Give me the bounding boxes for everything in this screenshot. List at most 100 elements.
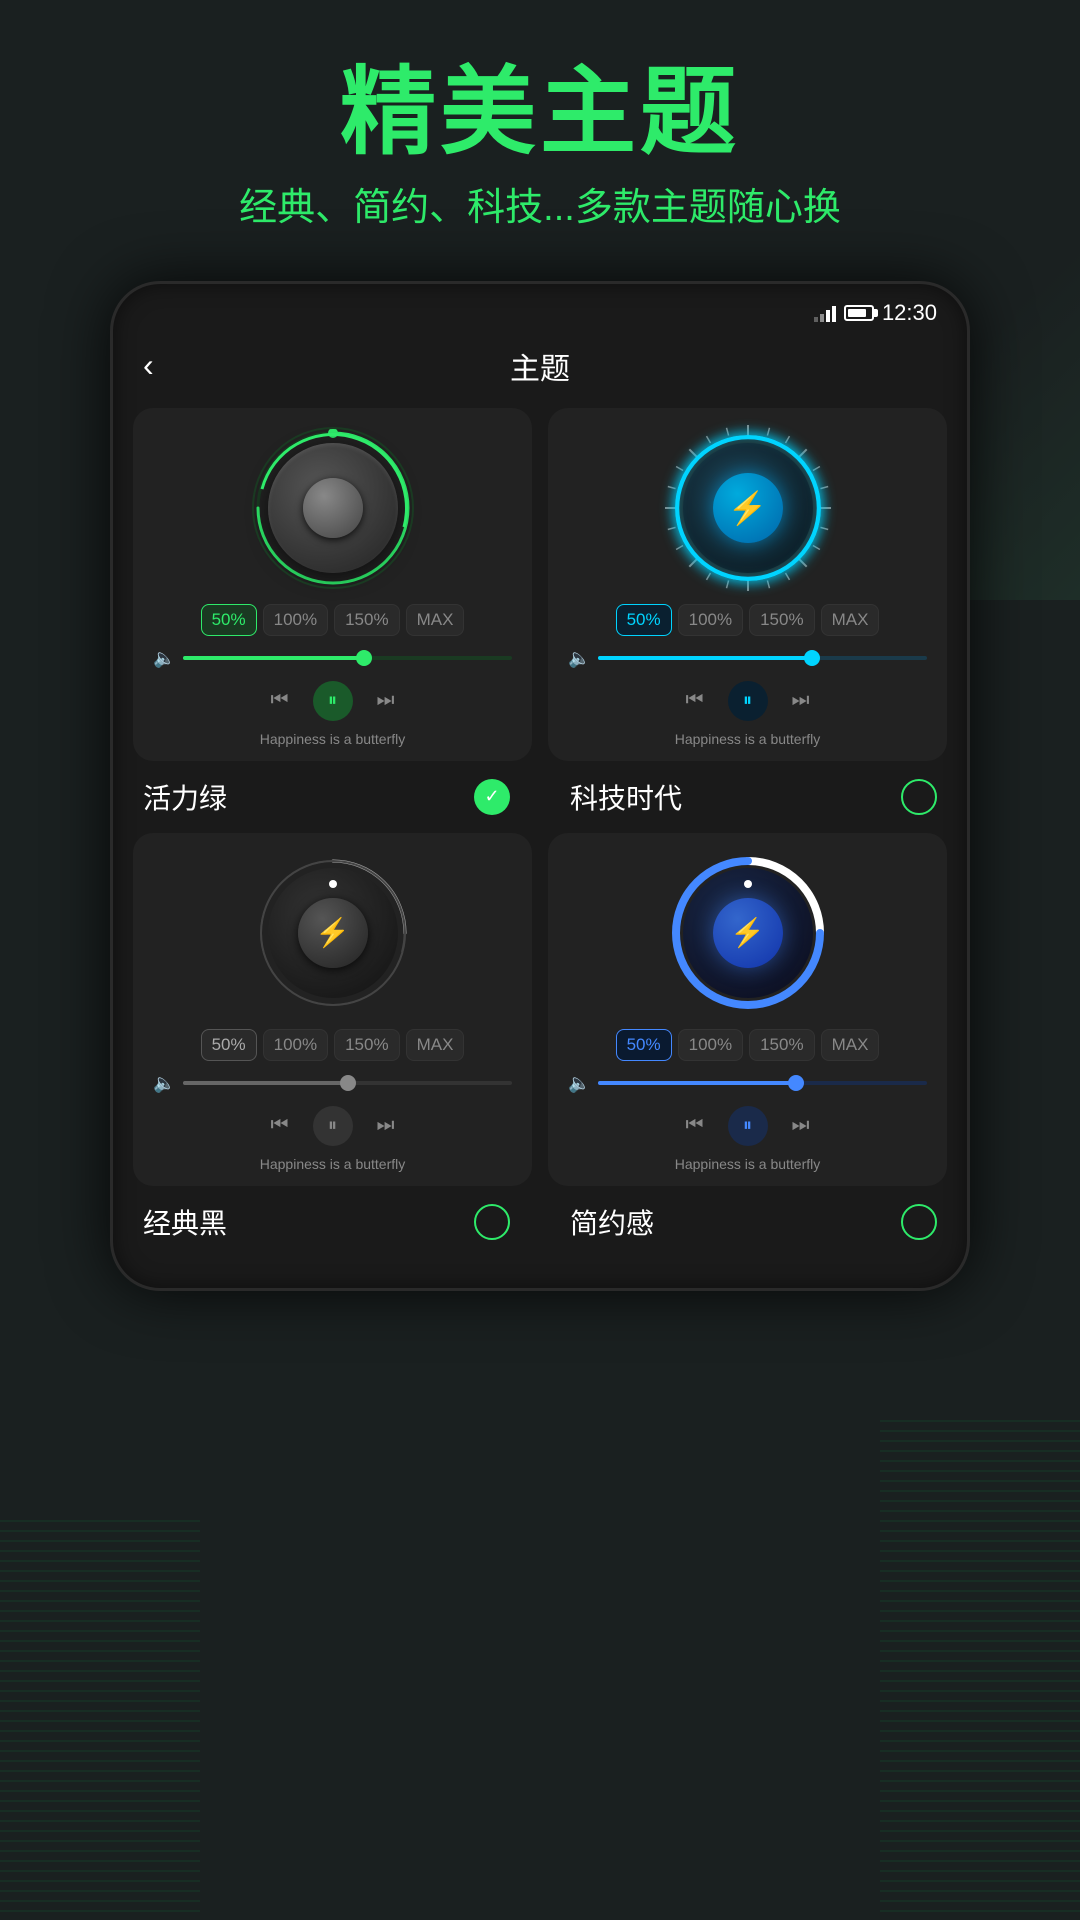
bolt-icon-cyan: ⚡ (728, 489, 768, 527)
theme-name-cyan: 科技时代 (570, 777, 682, 817)
pct-btn-150-cyan[interactable]: 150% (749, 604, 814, 636)
page-title: 主题 (510, 344, 570, 388)
knob-center-blue: ⚡ (713, 898, 783, 968)
pct-btn-max-blue[interactable]: MAX (821, 1029, 880, 1061)
status-icons: 12:30 (814, 300, 937, 326)
theme-name-gray: 经典黑 (143, 1202, 227, 1242)
theme-labels-row1: 活力绿 ✓ 科技时代 (113, 761, 967, 833)
slider-blue[interactable] (598, 1081, 927, 1085)
prev-btn-blue[interactable]: ⏮ (686, 1114, 704, 1137)
bg-decoration-bottom-right (880, 1420, 1080, 1920)
knob-cyan: ⚡ (683, 443, 813, 573)
pct-btn-150-gray[interactable]: 150% (334, 1029, 399, 1061)
volume-icon-gray: 🔈 (153, 1073, 175, 1094)
radio-gray-unchecked[interactable] (474, 1204, 510, 1240)
knob-cyan-wrapper: ⚡ (683, 443, 813, 573)
pct-buttons-blue: 50% 100% 150% MAX (564, 1029, 931, 1061)
pct-btn-100-cyan[interactable]: 100% (678, 604, 743, 636)
slider-row-cyan: 🔈 (564, 648, 931, 669)
pct-btn-150-green[interactable]: 150% (334, 604, 399, 636)
header-section: 精美主题 经典、简约、科技...多款主题随心换 (0, 0, 1080, 251)
pct-btn-max-green[interactable]: MAX (406, 604, 465, 636)
knob-center-gray: ⚡ (298, 898, 368, 968)
battery-icon (844, 305, 874, 321)
top-nav-bar: ‹ 主题 (113, 334, 967, 408)
theme-label-green-row: 活力绿 ✓ (113, 761, 540, 833)
knob-center-green (303, 478, 363, 538)
knob-gray: ⚡ (268, 868, 398, 998)
playback-cyan: ⏮ ⏸ ⏭ (564, 681, 931, 721)
pct-btn-max-cyan[interactable]: MAX (821, 604, 880, 636)
pct-btn-50-gray[interactable]: 50% (201, 1029, 257, 1061)
pause-btn-green[interactable]: ⏸ (313, 681, 353, 721)
song-title-cyan: Happiness is a butterfly (564, 731, 931, 747)
bg-decoration-bottom-left (0, 1520, 200, 1920)
volume-icon-blue: 🔈 (568, 1073, 590, 1094)
bolt-icon-gray: ⚡ (315, 916, 350, 949)
knob-area-cyan: ⚡ (564, 428, 931, 588)
playback-gray: ⏮ ⏸ ⏭ (149, 1106, 516, 1146)
pct-btn-100-blue[interactable]: 100% (678, 1029, 743, 1061)
next-btn-blue[interactable]: ⏭ (792, 1114, 810, 1137)
prev-btn-green[interactable]: ⏮ (271, 689, 289, 712)
slider-green[interactable] (183, 656, 512, 660)
phone-mockup: 12:30 ‹ 主题 (110, 281, 970, 1291)
pause-btn-blue[interactable]: ⏸ (728, 1106, 768, 1146)
knob-area-gray: ⚡ (149, 853, 516, 1013)
song-title-blue: Happiness is a butterfly (564, 1156, 931, 1172)
theme-grid-row1: 50% 100% 150% MAX 🔈 ⏮ ⏸ ⏭ Happiness is a… (113, 408, 967, 761)
pause-btn-cyan[interactable]: ⏸ (728, 681, 768, 721)
pause-btn-gray[interactable]: ⏸ (313, 1106, 353, 1146)
main-subtitle: 经典、简约、科技...多款主题随心换 (40, 176, 1040, 231)
playback-blue: ⏮ ⏸ ⏭ (564, 1106, 931, 1146)
theme-name-blue: 简约感 (570, 1202, 654, 1242)
bolt-icon-blue: ⚡ (730, 916, 765, 949)
knob-center-cyan: ⚡ (713, 473, 783, 543)
next-btn-cyan[interactable]: ⏭ (792, 689, 810, 712)
prev-btn-cyan[interactable]: ⏮ (686, 689, 704, 712)
theme-card-blue[interactable]: ⚡ 50% 100% 150% MAX 🔈 (548, 833, 947, 1186)
next-btn-gray[interactable]: ⏭ (377, 1114, 395, 1137)
next-btn-green[interactable]: ⏭ (377, 689, 395, 712)
song-title-gray: Happiness is a butterfly (149, 1156, 516, 1172)
pct-buttons-gray: 50% 100% 150% MAX (149, 1029, 516, 1061)
pct-btn-50-blue[interactable]: 50% (616, 1029, 672, 1061)
prev-btn-gray[interactable]: ⏮ (271, 1114, 289, 1137)
theme-card-gray[interactable]: ⚡ 50% 100% 150% MAX 🔈 (133, 833, 532, 1186)
back-button[interactable]: ‹ (143, 347, 154, 384)
knob-area-blue: ⚡ (564, 853, 931, 1013)
pct-btn-100-green[interactable]: 100% (263, 604, 328, 636)
radio-blue-unchecked[interactable] (901, 1204, 937, 1240)
theme-labels-row2: 经典黑 简约感 (113, 1186, 967, 1258)
pct-buttons-cyan: 50% 100% 150% MAX (564, 604, 931, 636)
pct-btn-50-green[interactable]: 50% (201, 604, 257, 636)
knob-blue-wrapper: ⚡ (683, 868, 813, 998)
song-title-green: Happiness is a butterfly (149, 731, 516, 747)
pct-buttons-green: 50% 100% 150% MAX (149, 604, 516, 636)
knob-area-green (149, 428, 516, 588)
pct-btn-150-blue[interactable]: 150% (749, 1029, 814, 1061)
slider-row-gray: 🔈 (149, 1073, 516, 1094)
knob-gray-wrapper: ⚡ (268, 868, 398, 998)
knob-blue: ⚡ (683, 868, 813, 998)
theme-label-blue-row: 简约感 (540, 1186, 967, 1258)
pct-btn-50-cyan[interactable]: 50% (616, 604, 672, 636)
slider-cyan[interactable] (598, 656, 927, 660)
theme-label-cyan-row: 科技时代 (540, 761, 967, 833)
slider-row-green: 🔈 (149, 648, 516, 669)
theme-card-cyan[interactable]: ⚡ 50% 100% 150% MAX 🔈 (548, 408, 947, 761)
pct-btn-100-gray[interactable]: 100% (263, 1029, 328, 1061)
signal-icon (814, 304, 836, 322)
theme-name-green: 活力绿 (143, 777, 227, 817)
theme-card-green[interactable]: 50% 100% 150% MAX 🔈 ⏮ ⏸ ⏭ Happiness is a… (133, 408, 532, 761)
knob-dot-blue (744, 880, 752, 888)
radio-cyan-unchecked[interactable] (901, 779, 937, 815)
volume-icon-green: 🔈 (153, 648, 175, 669)
knob-green (268, 443, 398, 573)
knob-green-wrapper (268, 443, 398, 573)
slider-gray[interactable] (183, 1081, 512, 1085)
pct-btn-max-gray[interactable]: MAX (406, 1029, 465, 1061)
radio-green-checked[interactable]: ✓ (474, 779, 510, 815)
status-bar: 12:30 (113, 284, 967, 334)
knob-dot-gray (329, 880, 337, 888)
